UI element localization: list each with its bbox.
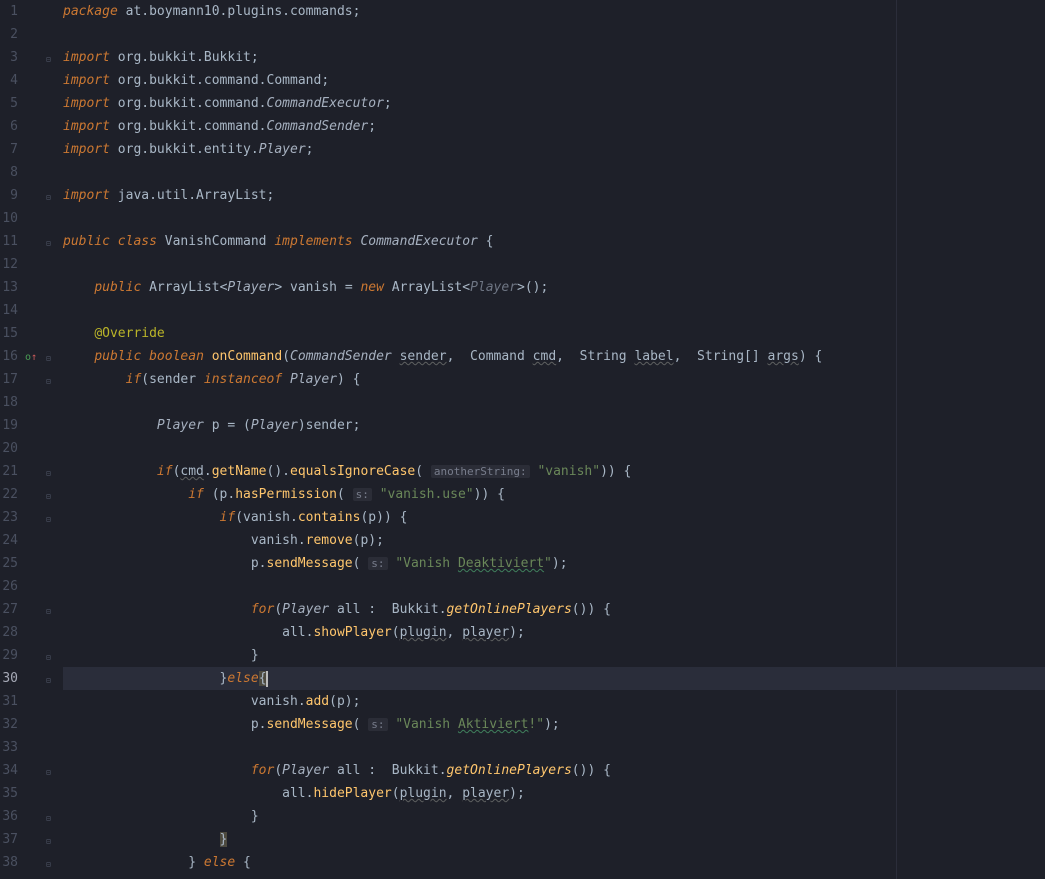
annotation-gutter: o↑: [23, 0, 45, 879]
code-line[interactable]: import org.bukkit.entity.Player;: [63, 138, 1045, 161]
line-number[interactable]: 10: [0, 207, 18, 230]
code-line[interactable]: }: [63, 828, 1045, 851]
line-number[interactable]: 35: [0, 782, 18, 805]
code-line[interactable]: import org.bukkit.command.Command;: [63, 69, 1045, 92]
line-number[interactable]: 6: [0, 115, 18, 138]
override-icon[interactable]: o↑: [25, 346, 37, 370]
code-line[interactable]: @Override: [63, 322, 1045, 345]
line-number[interactable]: 8: [0, 161, 18, 184]
code-line[interactable]: import org.bukkit.command.CommandExecuto…: [63, 92, 1045, 115]
fold-icon[interactable]: ⊟: [46, 370, 51, 393]
line-number[interactable]: 27: [0, 598, 18, 621]
line-number[interactable]: 12: [0, 253, 18, 276]
line-number[interactable]: 1: [0, 0, 18, 23]
code-line[interactable]: import org.bukkit.Bukkit;: [63, 46, 1045, 69]
line-number[interactable]: 3: [0, 46, 18, 69]
fold-icon[interactable]: ⊟: [46, 600, 51, 623]
code-line[interactable]: if(sender instanceof Player) {: [63, 368, 1045, 391]
code-line[interactable]: public boolean onCommand(CommandSender s…: [63, 345, 1045, 368]
code-line[interactable]: all.showPlayer(plugin, player);: [63, 621, 1045, 644]
line-number[interactable]: 21: [0, 460, 18, 483]
fold-icon[interactable]: ⊟: [46, 48, 51, 71]
line-number[interactable]: 29: [0, 644, 18, 667]
code-line[interactable]: p.sendMessage( s: "Vanish Deaktiviert");: [63, 552, 1045, 575]
line-number[interactable]: 13: [0, 276, 18, 299]
code-line[interactable]: } else {: [63, 851, 1045, 874]
code-line[interactable]: Player p = (Player)sender;: [63, 414, 1045, 437]
fold-icon[interactable]: ⊟: [46, 853, 51, 876]
code-line[interactable]: }: [63, 805, 1045, 828]
code-line[interactable]: for(Player all : Bukkit.getOnlinePlayers…: [63, 598, 1045, 621]
fold-gutter[interactable]: ⊟ ⊟ ⊟ ⊟ ⊟ ⊟ ⊟ ⊟ ⊟ ⊟ ⊟ ⊟ ⊟ ⊟ ⊟: [45, 0, 59, 879]
line-number[interactable]: 33: [0, 736, 18, 759]
line-number[interactable]: 4: [0, 69, 18, 92]
code-line[interactable]: [63, 575, 1045, 598]
line-number[interactable]: 34: [0, 759, 18, 782]
code-line[interactable]: package at.boymann10.plugins.commands;: [63, 0, 1045, 23]
code-line[interactable]: if(vanish.contains(p)) {: [63, 506, 1045, 529]
fold-icon[interactable]: ⊟: [46, 646, 51, 669]
code-area[interactable]: package at.boymann10.plugins.commands; i…: [59, 0, 1045, 879]
fold-icon[interactable]: ⊟: [46, 669, 51, 692]
line-number[interactable]: 5: [0, 92, 18, 115]
line-number[interactable]: 31: [0, 690, 18, 713]
fold-icon[interactable]: ⊟: [46, 485, 51, 508]
code-line[interactable]: vanish.add(p);: [63, 690, 1045, 713]
line-number-gutter[interactable]: 1 2 3 4 5 6 7 8 9 10 11 12 13 14 15 16 1…: [0, 0, 23, 879]
code-line[interactable]: [63, 736, 1045, 759]
line-number[interactable]: 37: [0, 828, 18, 851]
code-line[interactable]: all.hidePlayer(plugin, player);: [63, 782, 1045, 805]
code-editor[interactable]: 1 2 3 4 5 6 7 8 9 10 11 12 13 14 15 16 1…: [0, 0, 1045, 879]
line-number[interactable]: 36: [0, 805, 18, 828]
line-number[interactable]: 25: [0, 552, 18, 575]
text-caret: [266, 671, 268, 687]
code-line[interactable]: public ArrayList<Player> vanish = new Ar…: [63, 276, 1045, 299]
fold-icon[interactable]: ⊟: [46, 232, 51, 255]
code-line[interactable]: import org.bukkit.command.CommandSender;: [63, 115, 1045, 138]
fold-icon[interactable]: ⊟: [46, 462, 51, 485]
fold-icon[interactable]: ⊟: [46, 830, 51, 853]
line-number[interactable]: 18: [0, 391, 18, 414]
code-line[interactable]: p.sendMessage( s: "Vanish Aktiviert!");: [63, 713, 1045, 736]
fold-icon[interactable]: ⊟: [46, 347, 51, 370]
fold-icon[interactable]: ⊟: [46, 761, 51, 784]
code-line[interactable]: [63, 391, 1045, 414]
code-line[interactable]: [63, 161, 1045, 184]
code-line[interactable]: }else{: [63, 667, 1045, 690]
line-number[interactable]: 17: [0, 368, 18, 391]
code-line[interactable]: import java.util.ArrayList;: [63, 184, 1045, 207]
line-number[interactable]: 23: [0, 506, 18, 529]
fold-icon[interactable]: ⊟: [46, 807, 51, 830]
line-number[interactable]: 16: [0, 345, 18, 368]
code-line[interactable]: [63, 23, 1045, 46]
code-line[interactable]: [63, 253, 1045, 276]
line-number[interactable]: 38: [0, 851, 18, 874]
fold-icon[interactable]: ⊟: [46, 186, 51, 209]
code-line[interactable]: }: [63, 644, 1045, 667]
code-line[interactable]: if (p.hasPermission( s: "vanish.use")) {: [63, 483, 1045, 506]
line-number[interactable]: 11: [0, 230, 18, 253]
line-number[interactable]: 26: [0, 575, 18, 598]
line-number[interactable]: 20: [0, 437, 18, 460]
code-line[interactable]: [63, 299, 1045, 322]
line-number[interactable]: 32: [0, 713, 18, 736]
line-number[interactable]: 9: [0, 184, 18, 207]
line-number[interactable]: 22: [0, 483, 18, 506]
line-number[interactable]: 7: [0, 138, 18, 161]
code-line[interactable]: vanish.remove(p);: [63, 529, 1045, 552]
code-line[interactable]: if(cmd.getName().equalsIgnoreCase( anoth…: [63, 460, 1045, 483]
line-number[interactable]: 15: [0, 322, 18, 345]
fold-icon[interactable]: ⊟: [46, 508, 51, 531]
code-line[interactable]: for(Player all : Bukkit.getOnlinePlayers…: [63, 759, 1045, 782]
line-number[interactable]: 30: [0, 667, 18, 690]
line-number[interactable]: 19: [0, 414, 18, 437]
line-number[interactable]: 2: [0, 23, 18, 46]
code-line[interactable]: public class VanishCommand implements Co…: [63, 230, 1045, 253]
code-line[interactable]: [63, 437, 1045, 460]
line-number[interactable]: 24: [0, 529, 18, 552]
code-line[interactable]: [63, 207, 1045, 230]
line-number[interactable]: 28: [0, 621, 18, 644]
line-number[interactable]: 14: [0, 299, 18, 322]
